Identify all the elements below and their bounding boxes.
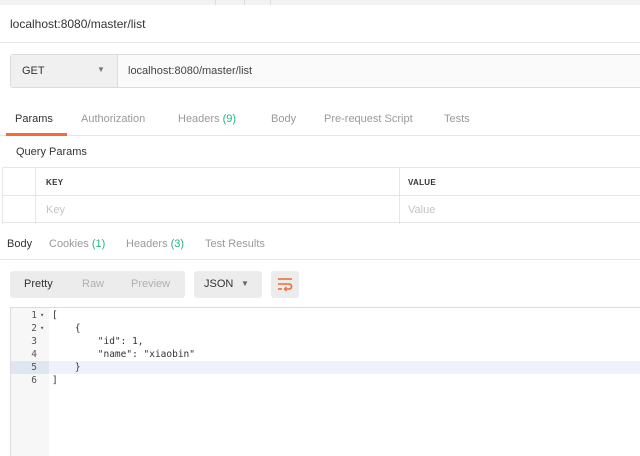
code-text: [ (52, 310, 58, 321)
response-body-editor[interactable]: 1 ▾ [ 2 ▾ { 3 "id": 1, 4 "name": "xiaobin"… (10, 307, 640, 456)
line-number: 3 (31, 336, 37, 347)
tab-label: Body (271, 113, 297, 125)
url-bar: GET ▼ (10, 54, 640, 88)
code-line-active: 5 } (11, 361, 640, 374)
url-input[interactable] (128, 65, 528, 77)
preview-button[interactable]: Preview (131, 278, 170, 290)
request-title-bar: localhost:8080/master/list (0, 5, 640, 43)
line-number: 6 (31, 375, 37, 386)
response-tabs: Body Cookies (1) Headers (3) Test Result… (0, 232, 640, 260)
tab-label: Pre-request Script (324, 113, 413, 125)
value-placeholder: Value (408, 204, 436, 216)
row-checkbox-cell[interactable] (2, 196, 35, 224)
value-field[interactable]: Value (399, 196, 640, 224)
tab-response-body[interactable]: Body (7, 238, 32, 250)
code-text: "id": 1, (52, 336, 144, 347)
tab-authorization[interactable]: Authorization (81, 113, 145, 125)
code-line: 6 ] (11, 374, 640, 387)
chevron-down-icon: ▼ (241, 279, 249, 288)
format-select[interactable]: JSON ▼ (194, 271, 262, 298)
wrap-lines-icon (278, 278, 293, 292)
code-line: 3 "id": 1, (11, 335, 640, 348)
tab-label: Headers (178, 113, 220, 125)
method-select[interactable]: GET ▼ (11, 55, 118, 87)
tab-label: Authorization (81, 113, 146, 125)
value-header-label: VALUE (408, 178, 437, 187)
line-number: 4 (31, 349, 37, 360)
line-number: 2 (31, 323, 37, 334)
key-column-header: KEY (35, 168, 399, 196)
format-label: JSON (204, 278, 234, 290)
tab-label: Tests (444, 113, 470, 125)
fold-toggle-icon[interactable]: ▾ (40, 322, 44, 335)
raw-button[interactable]: Raw (82, 278, 104, 290)
tab-count: (1) (91, 238, 106, 250)
line-number: 1 (31, 310, 37, 321)
tab-label: Test Results (205, 238, 265, 250)
tab-tests[interactable]: Tests (444, 113, 470, 125)
tab-cookies[interactable]: Cookies (1) (49, 238, 105, 250)
view-mode-group: Pretty Raw Preview (10, 271, 185, 298)
tab-label: Headers (126, 238, 168, 250)
checkbox-column-header (2, 168, 35, 196)
query-params-table: KEY VALUE Key Value (2, 167, 640, 224)
tab-label: Cookies (49, 238, 89, 250)
request-title: localhost:8080/master/list (10, 17, 146, 31)
code-line: 1 ▾ [ (11, 309, 640, 322)
tab-headers[interactable]: Headers (9) (178, 113, 236, 125)
value-column-header: VALUE (399, 168, 640, 196)
code-text: } (52, 362, 81, 373)
table-row: Key Value (2, 196, 640, 224)
tab-count: (9) (222, 113, 237, 125)
pretty-button[interactable]: Pretty (24, 278, 53, 290)
tab-test-results[interactable]: Test Results (205, 238, 265, 250)
wrap-lines-button[interactable] (271, 271, 299, 298)
request-tabs: Params Authorization Headers (9) Body Pr… (0, 106, 640, 136)
code-text: { (52, 323, 81, 334)
table-header-row: KEY VALUE (2, 168, 640, 196)
key-header-label: KEY (46, 178, 64, 187)
code-line: 4 "name": "xiaobin" (11, 348, 640, 361)
tab-label: Params (15, 113, 53, 125)
active-tab-indicator (6, 133, 67, 136)
code-text: ] (52, 375, 58, 386)
tab-params[interactable]: Params (15, 113, 53, 125)
code-line: 2 ▾ { (11, 322, 640, 335)
tab-response-headers[interactable]: Headers (3) (126, 238, 184, 250)
line-number: 5 (31, 362, 37, 373)
tab-label: Body (7, 238, 33, 250)
tab-body[interactable]: Body (271, 113, 296, 125)
method-label: GET (22, 65, 45, 77)
code-text: "name": "xiaobin" (52, 349, 195, 360)
key-field[interactable]: Key (35, 196, 399, 224)
chevron-down-icon: ▼ (97, 65, 105, 74)
key-placeholder: Key (46, 204, 65, 216)
query-params-title: Query Params (16, 146, 87, 158)
fold-toggle-icon[interactable]: ▾ (40, 309, 44, 322)
tab-count: (3) (170, 238, 185, 250)
tab-pre-request-script[interactable]: Pre-request Script (324, 113, 413, 125)
